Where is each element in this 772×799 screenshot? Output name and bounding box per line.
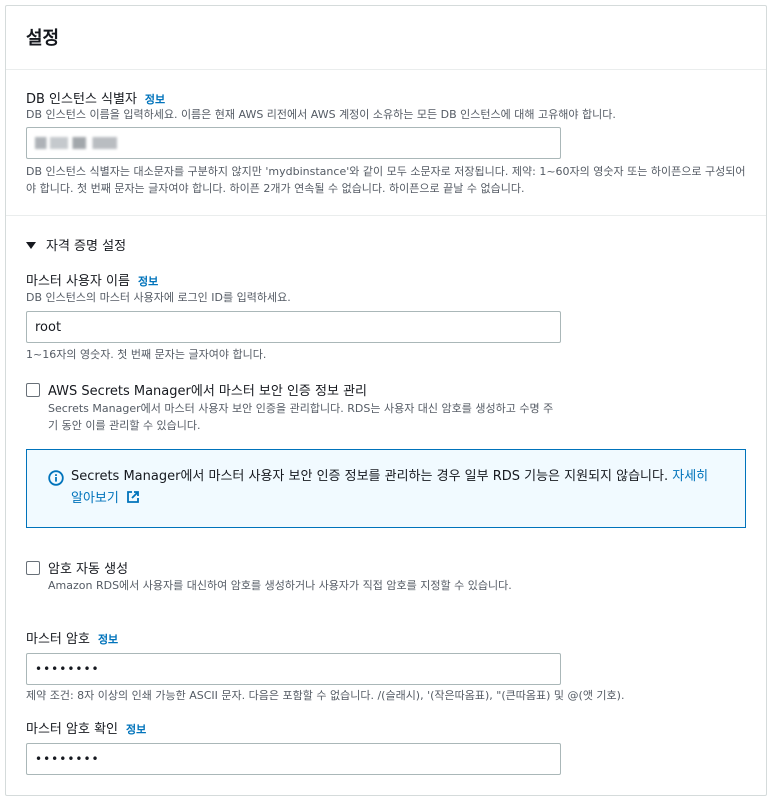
divider	[6, 215, 766, 216]
info-icon	[48, 470, 64, 486]
master-username-label: 마스터 사용자 이름	[26, 274, 130, 289]
panel-title: 설정	[26, 28, 60, 49]
external-link-icon	[127, 491, 139, 503]
master-password-label-row: 마스터 암호 정보	[26, 628, 118, 647]
confirm-password-label-row: 마스터 암호 확인 정보	[26, 718, 146, 737]
master-username-value: root	[35, 319, 62, 335]
master-password-info-link[interactable]: 정보	[98, 633, 118, 646]
db-identifier-input[interactable]	[26, 127, 561, 159]
db-identifier-constraint: DB 인스턴스 식별자는 대소문자를 구분하지 않지만 'mydbinstanc…	[26, 165, 746, 195]
auto-password-checkbox[interactable]	[26, 561, 40, 575]
info-alert: Secrets Manager에서 마스터 사용자 보안 인증 정보를 관리하는…	[26, 449, 746, 528]
panel-header: 설정	[6, 6, 766, 70]
secrets-manager-checkbox[interactable]	[26, 383, 40, 397]
db-identifier-label-row: DB 인스턴스 식별자 정보	[26, 88, 165, 107]
master-username-description: DB 인스턴스의 마스터 사용자에 로그인 ID를 입력하세요.	[26, 291, 291, 304]
credentials-section-title: 자격 증명 설정	[46, 239, 127, 254]
redacted-value	[35, 137, 117, 149]
settings-panel: 설정 DB 인스턴스 식별자 정보 DB 인스턴스 이름을 입력하세요. 이름은 …	[5, 5, 767, 796]
master-password-value: ••••••••	[35, 662, 100, 676]
master-username-input[interactable]: root	[26, 311, 561, 343]
confirm-password-info-link[interactable]: 정보	[126, 723, 146, 736]
confirm-password-input[interactable]: ••••••••	[26, 743, 561, 775]
auto-password-label: 암호 자동 생성	[48, 562, 129, 577]
master-password-input[interactable]: ••••••••	[26, 653, 561, 685]
alert-content: Secrets Manager에서 마스터 사용자 보안 인증 정보를 관리하는…	[71, 466, 721, 510]
master-password-constraint: 제약 조건: 8자 이상의 인쇄 가능한 ASCII 문자. 다음은 포함할 수…	[26, 689, 625, 702]
secrets-manager-label: AWS Secrets Manager에서 마스터 보안 인증 정보 관리	[48, 384, 368, 399]
caret-down-icon	[26, 242, 36, 249]
secrets-manager-description: Secrets Manager에서 마스터 사용자 보안 인증을 관리합니다. …	[48, 402, 554, 432]
alert-text: Secrets Manager에서 마스터 사용자 보안 인증 정보를 관리하는…	[71, 469, 669, 484]
master-password-label: 마스터 암호	[26, 632, 90, 647]
auto-password-description: Amazon RDS에서 사용자를 대신하여 암호를 생성하거나 사용자가 직접…	[48, 579, 512, 592]
db-identifier-description: DB 인스턴스 이름을 입력하세요. 이름은 현재 AWS 리전에서 AWS 계…	[26, 108, 616, 121]
master-username-info-link[interactable]: 정보	[138, 275, 158, 288]
db-identifier-info-link[interactable]: 정보	[145, 93, 165, 106]
master-username-label-row: 마스터 사용자 이름 정보	[26, 270, 158, 289]
confirm-password-value: ••••••••	[35, 752, 100, 766]
credentials-section-toggle[interactable]: 자격 증명 설정	[26, 235, 126, 254]
db-identifier-label: DB 인스턴스 식별자	[26, 92, 137, 107]
master-username-constraint: 1~16자의 영숫자. 첫 번째 문자는 글자여야 합니다.	[26, 348, 267, 361]
confirm-password-label: 마스터 암호 확인	[26, 722, 118, 737]
